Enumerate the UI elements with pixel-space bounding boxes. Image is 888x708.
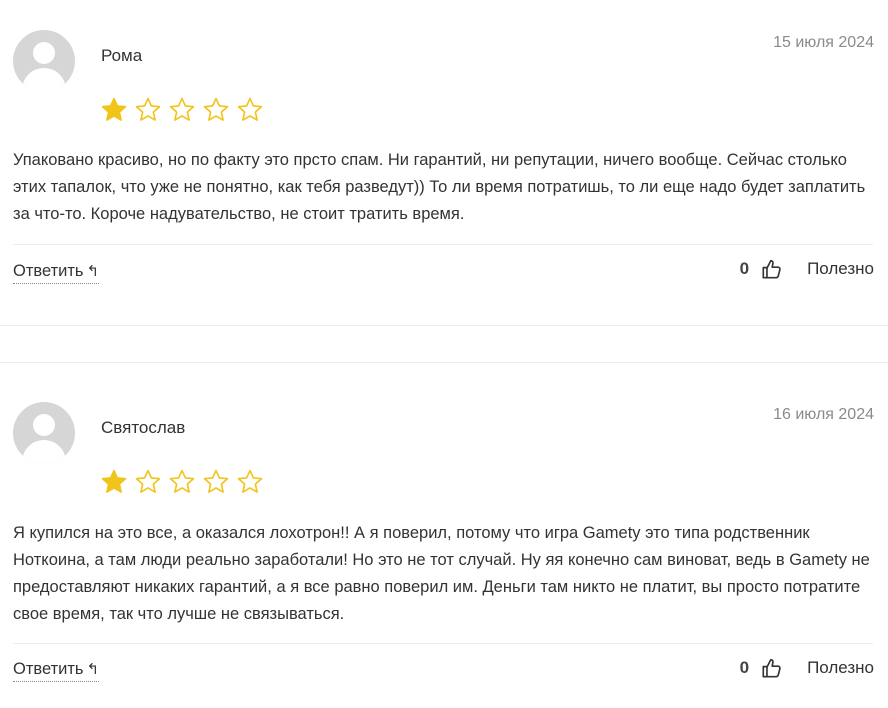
star-empty-icon (135, 97, 161, 121)
author-name: Рома (101, 46, 143, 65)
author-name: Святослав (101, 418, 186, 437)
star-empty-icon (237, 97, 263, 121)
avatar (13, 402, 75, 464)
helpful-count: 0 (739, 259, 750, 278)
review-separator (0, 325, 888, 363)
reply-arrow-icon: ↰ (86, 661, 100, 678)
helpful-section: 0 Полезно (740, 258, 874, 280)
helpful-count: 0 (739, 658, 750, 677)
reply-label: Ответить (13, 660, 84, 678)
thumbs-up-icon[interactable] (761, 657, 783, 679)
star-empty-icon (237, 469, 263, 493)
divider (13, 643, 873, 644)
reply-label: Ответить (13, 262, 84, 280)
star-filled-icon (101, 97, 127, 121)
star-empty-icon (169, 97, 195, 121)
helpful-label: Полезно (807, 658, 874, 677)
divider (13, 244, 873, 245)
avatar-body-shape (22, 440, 66, 464)
review-text: Я купился на это все, а оказался лохотро… (13, 524, 870, 623)
reply-button[interactable]: Ответить ↰ (13, 262, 100, 284)
review-text: Упаковано красиво, но по факту это прсто… (13, 151, 866, 223)
avatar-body-shape (22, 68, 66, 92)
star-empty-icon (203, 97, 229, 121)
star-rating (99, 468, 265, 496)
review-card: Святослав 16 июля 2024 Я купился на это … (0, 364, 888, 708)
reply-button[interactable]: Ответить ↰ (13, 660, 100, 682)
avatar-head-shape (33, 414, 55, 436)
helpful-label: Полезно (807, 259, 874, 278)
thumbs-up-icon[interactable] (761, 258, 783, 280)
star-filled-icon (101, 469, 127, 493)
star-rating (99, 96, 265, 124)
helpful-section: 0 Полезно (740, 657, 874, 679)
avatar (13, 30, 75, 92)
review-card: Рома 15 июля 2024 Упаковано красиво, но … (0, 0, 888, 325)
star-empty-icon (135, 469, 161, 493)
star-empty-icon (169, 469, 195, 493)
review-date: 15 июля 2024 (773, 34, 874, 51)
avatar-head-shape (33, 42, 55, 64)
star-empty-icon (203, 469, 229, 493)
review-date: 16 июля 2024 (773, 406, 874, 423)
reply-arrow-icon: ↰ (86, 263, 100, 280)
